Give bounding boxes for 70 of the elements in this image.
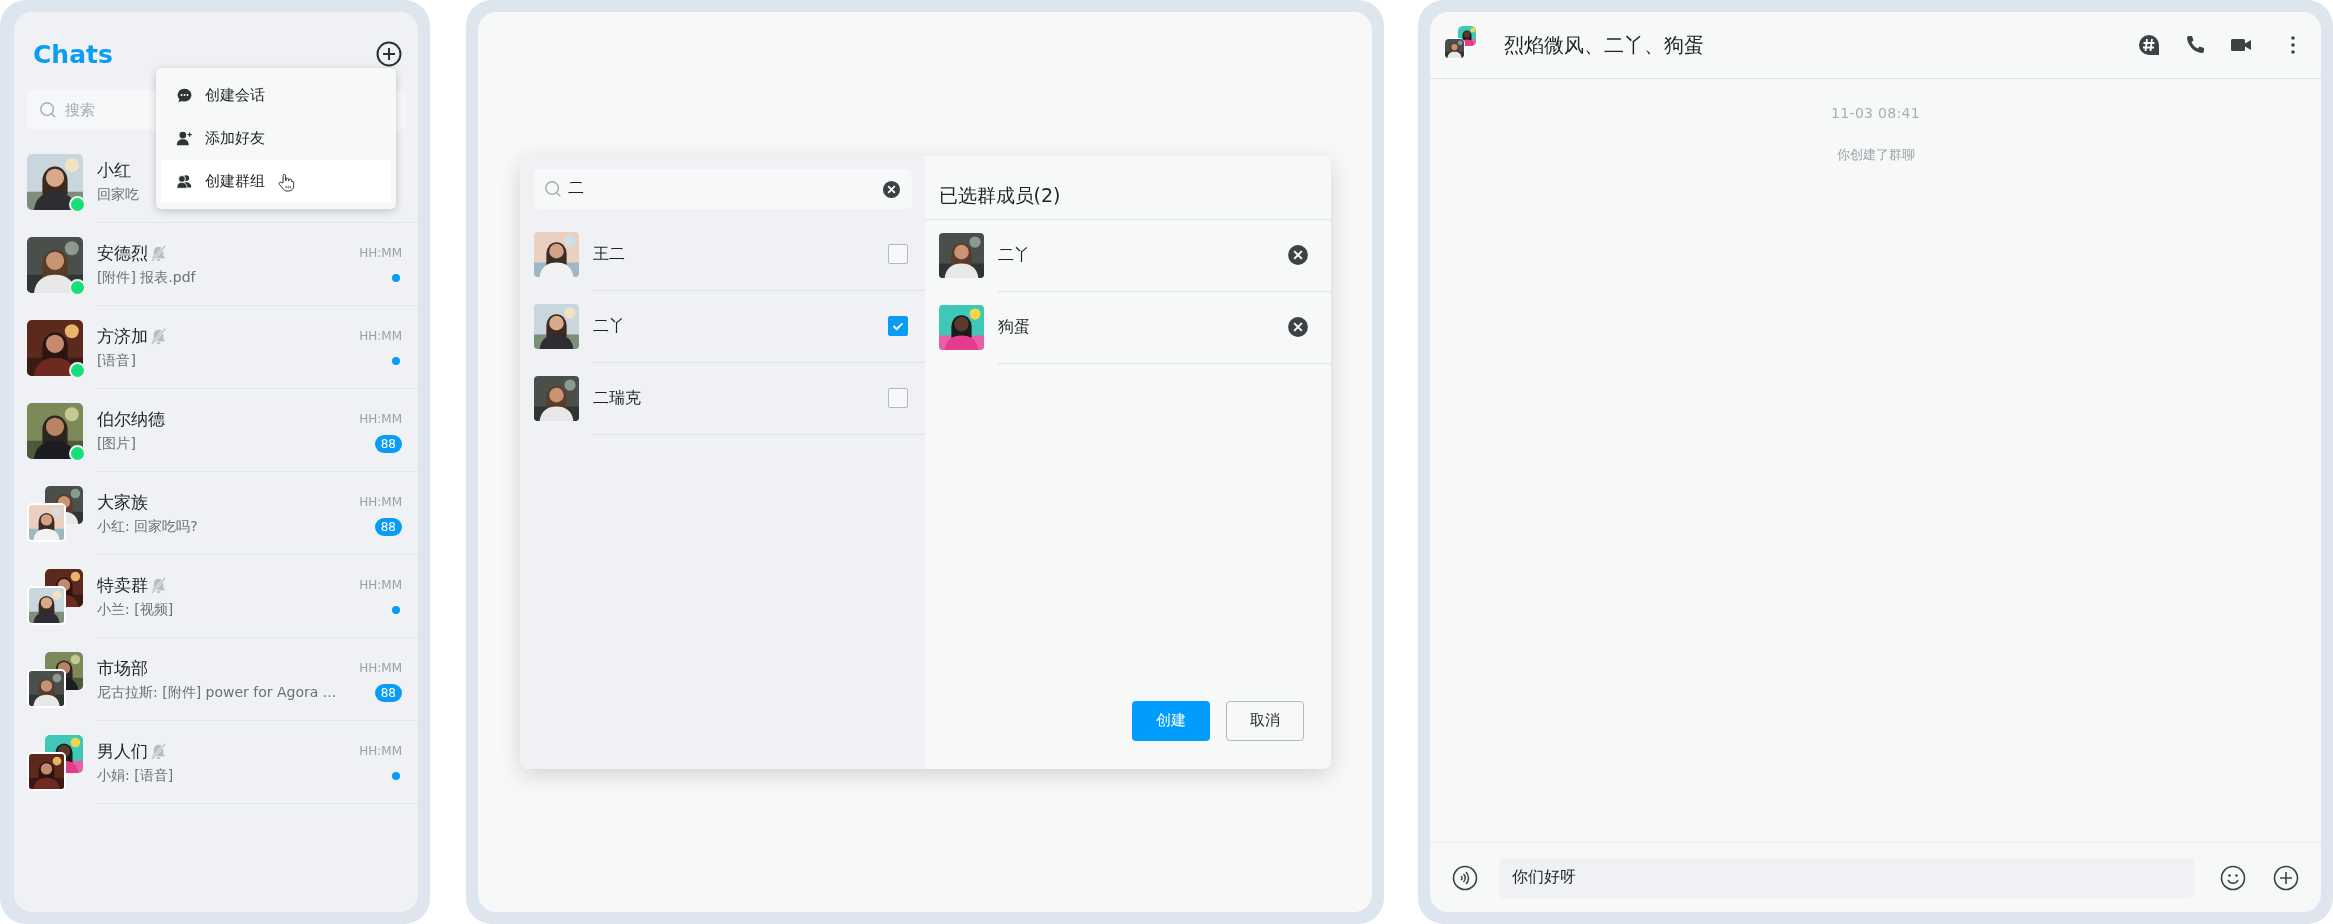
hand-cursor-icon	[278, 173, 295, 192]
chat-item[interactable]: 市场部 HH:MM 尼古拉斯: [附件] power for Agora ... 88	[14, 638, 418, 721]
system-message: 你创建了群聊	[1836, 146, 1915, 164]
emoji-icon[interactable]	[2220, 864, 2246, 891]
unread-count: 88	[374, 517, 402, 536]
chat-time: HH:MM	[359, 329, 402, 343]
chat-name: 安德烈	[97, 241, 148, 265]
chat-item[interactable]: 特卖群 HH:MM 小兰: [视频]	[14, 555, 418, 638]
chat-time: HH:MM	[359, 246, 402, 260]
chats-title: Chats	[33, 39, 113, 69]
voice-icon[interactable]	[1452, 864, 1478, 891]
search-field[interactable]: 二	[533, 168, 912, 209]
cancel-button[interactable]: 取消	[1225, 700, 1304, 741]
conversation-title: 烈焰微风、二丫、狗蛋	[1504, 31, 1704, 59]
chat-name: 市场部	[97, 656, 148, 680]
more-icon[interactable]	[2289, 33, 2297, 57]
chat-preview: [图片]	[97, 434, 136, 453]
chat-item[interactable]: 大家族 HH:MM 小红: 回家吃吗? 88	[14, 472, 418, 555]
contact-item[interactable]: 二丫	[519, 290, 925, 363]
chat-name: 男人们	[97, 739, 148, 763]
chat-name: 大家族	[97, 490, 148, 514]
chat-name: 小红	[97, 158, 131, 182]
chat-preview: 尼古拉斯: [附件] power for Agora ...	[97, 683, 337, 702]
chat-item[interactable]: 方济加 HH:MM [语音]	[14, 306, 418, 389]
chat-time: HH:MM	[359, 661, 402, 675]
chat-preview: [语音]	[97, 351, 136, 370]
member-name: 狗蛋	[997, 316, 1031, 338]
selected-members-title: 已选群成员(2)	[938, 182, 1061, 208]
chat-preview: [附件] 报表.pdf	[97, 268, 196, 287]
chat-preview: 回家吃	[97, 185, 139, 204]
unread-count: 88	[374, 434, 402, 453]
chat-item[interactable]: 男人们 HH:MM 小娟: [语音]	[14, 721, 418, 804]
contact-item[interactable]: 王二	[519, 218, 925, 291]
menu-item[interactable]: 创建群组	[161, 160, 391, 203]
menu-item[interactable]: 添加好友	[161, 117, 391, 160]
remove-icon[interactable]	[1286, 316, 1309, 338]
unread-count: 88	[374, 683, 402, 702]
menu-item[interactable]: 创建会话	[161, 74, 391, 117]
chat-bubble-icon	[176, 87, 193, 104]
chat-preview: 小红: 回家吃吗?	[97, 517, 198, 536]
add-icon[interactable]	[376, 41, 402, 67]
checkbox[interactable]	[887, 244, 908, 264]
search-icon	[543, 179, 562, 198]
chat-item[interactable]: 伯尔纳德 HH:MM [图片] 88	[14, 389, 418, 472]
member-name: 二丫	[997, 244, 1031, 266]
chat-name: 方济加	[97, 324, 148, 348]
contact-name: 二丫	[592, 315, 626, 337]
chat-time: HH:MM	[359, 744, 402, 758]
chat-name: 特卖群	[97, 573, 148, 597]
chat-preview: 小娟: [语音]	[97, 766, 174, 785]
message-input[interactable]: 你们好呀	[1499, 857, 2194, 898]
chat-item[interactable]: 安德烈 HH:MM [附件] 报表.pdf	[14, 223, 418, 306]
chat-time: HH:MM	[359, 412, 402, 426]
contact-item[interactable]: 二瑞克	[519, 362, 925, 435]
hashtag-icon[interactable]	[2137, 33, 2161, 57]
add-icon[interactable]	[2273, 864, 2299, 891]
chat-time: HH:MM	[359, 578, 402, 592]
add-user-icon	[176, 130, 193, 147]
chat-name: 伯尔纳德	[97, 407, 165, 431]
search-icon	[39, 101, 57, 119]
contact-name: 王二	[592, 243, 626, 265]
chat-time: HH:MM	[359, 495, 402, 509]
users-icon	[176, 173, 193, 190]
message-time: 11-03 08:41	[1831, 105, 1920, 121]
chat-preview: 小兰: [视频]	[97, 600, 174, 619]
checkbox[interactable]	[887, 316, 908, 336]
contact-name: 二瑞克	[592, 387, 642, 409]
remove-icon[interactable]	[1286, 244, 1309, 266]
checkbox[interactable]	[887, 388, 908, 408]
clear-icon[interactable]	[881, 179, 901, 199]
